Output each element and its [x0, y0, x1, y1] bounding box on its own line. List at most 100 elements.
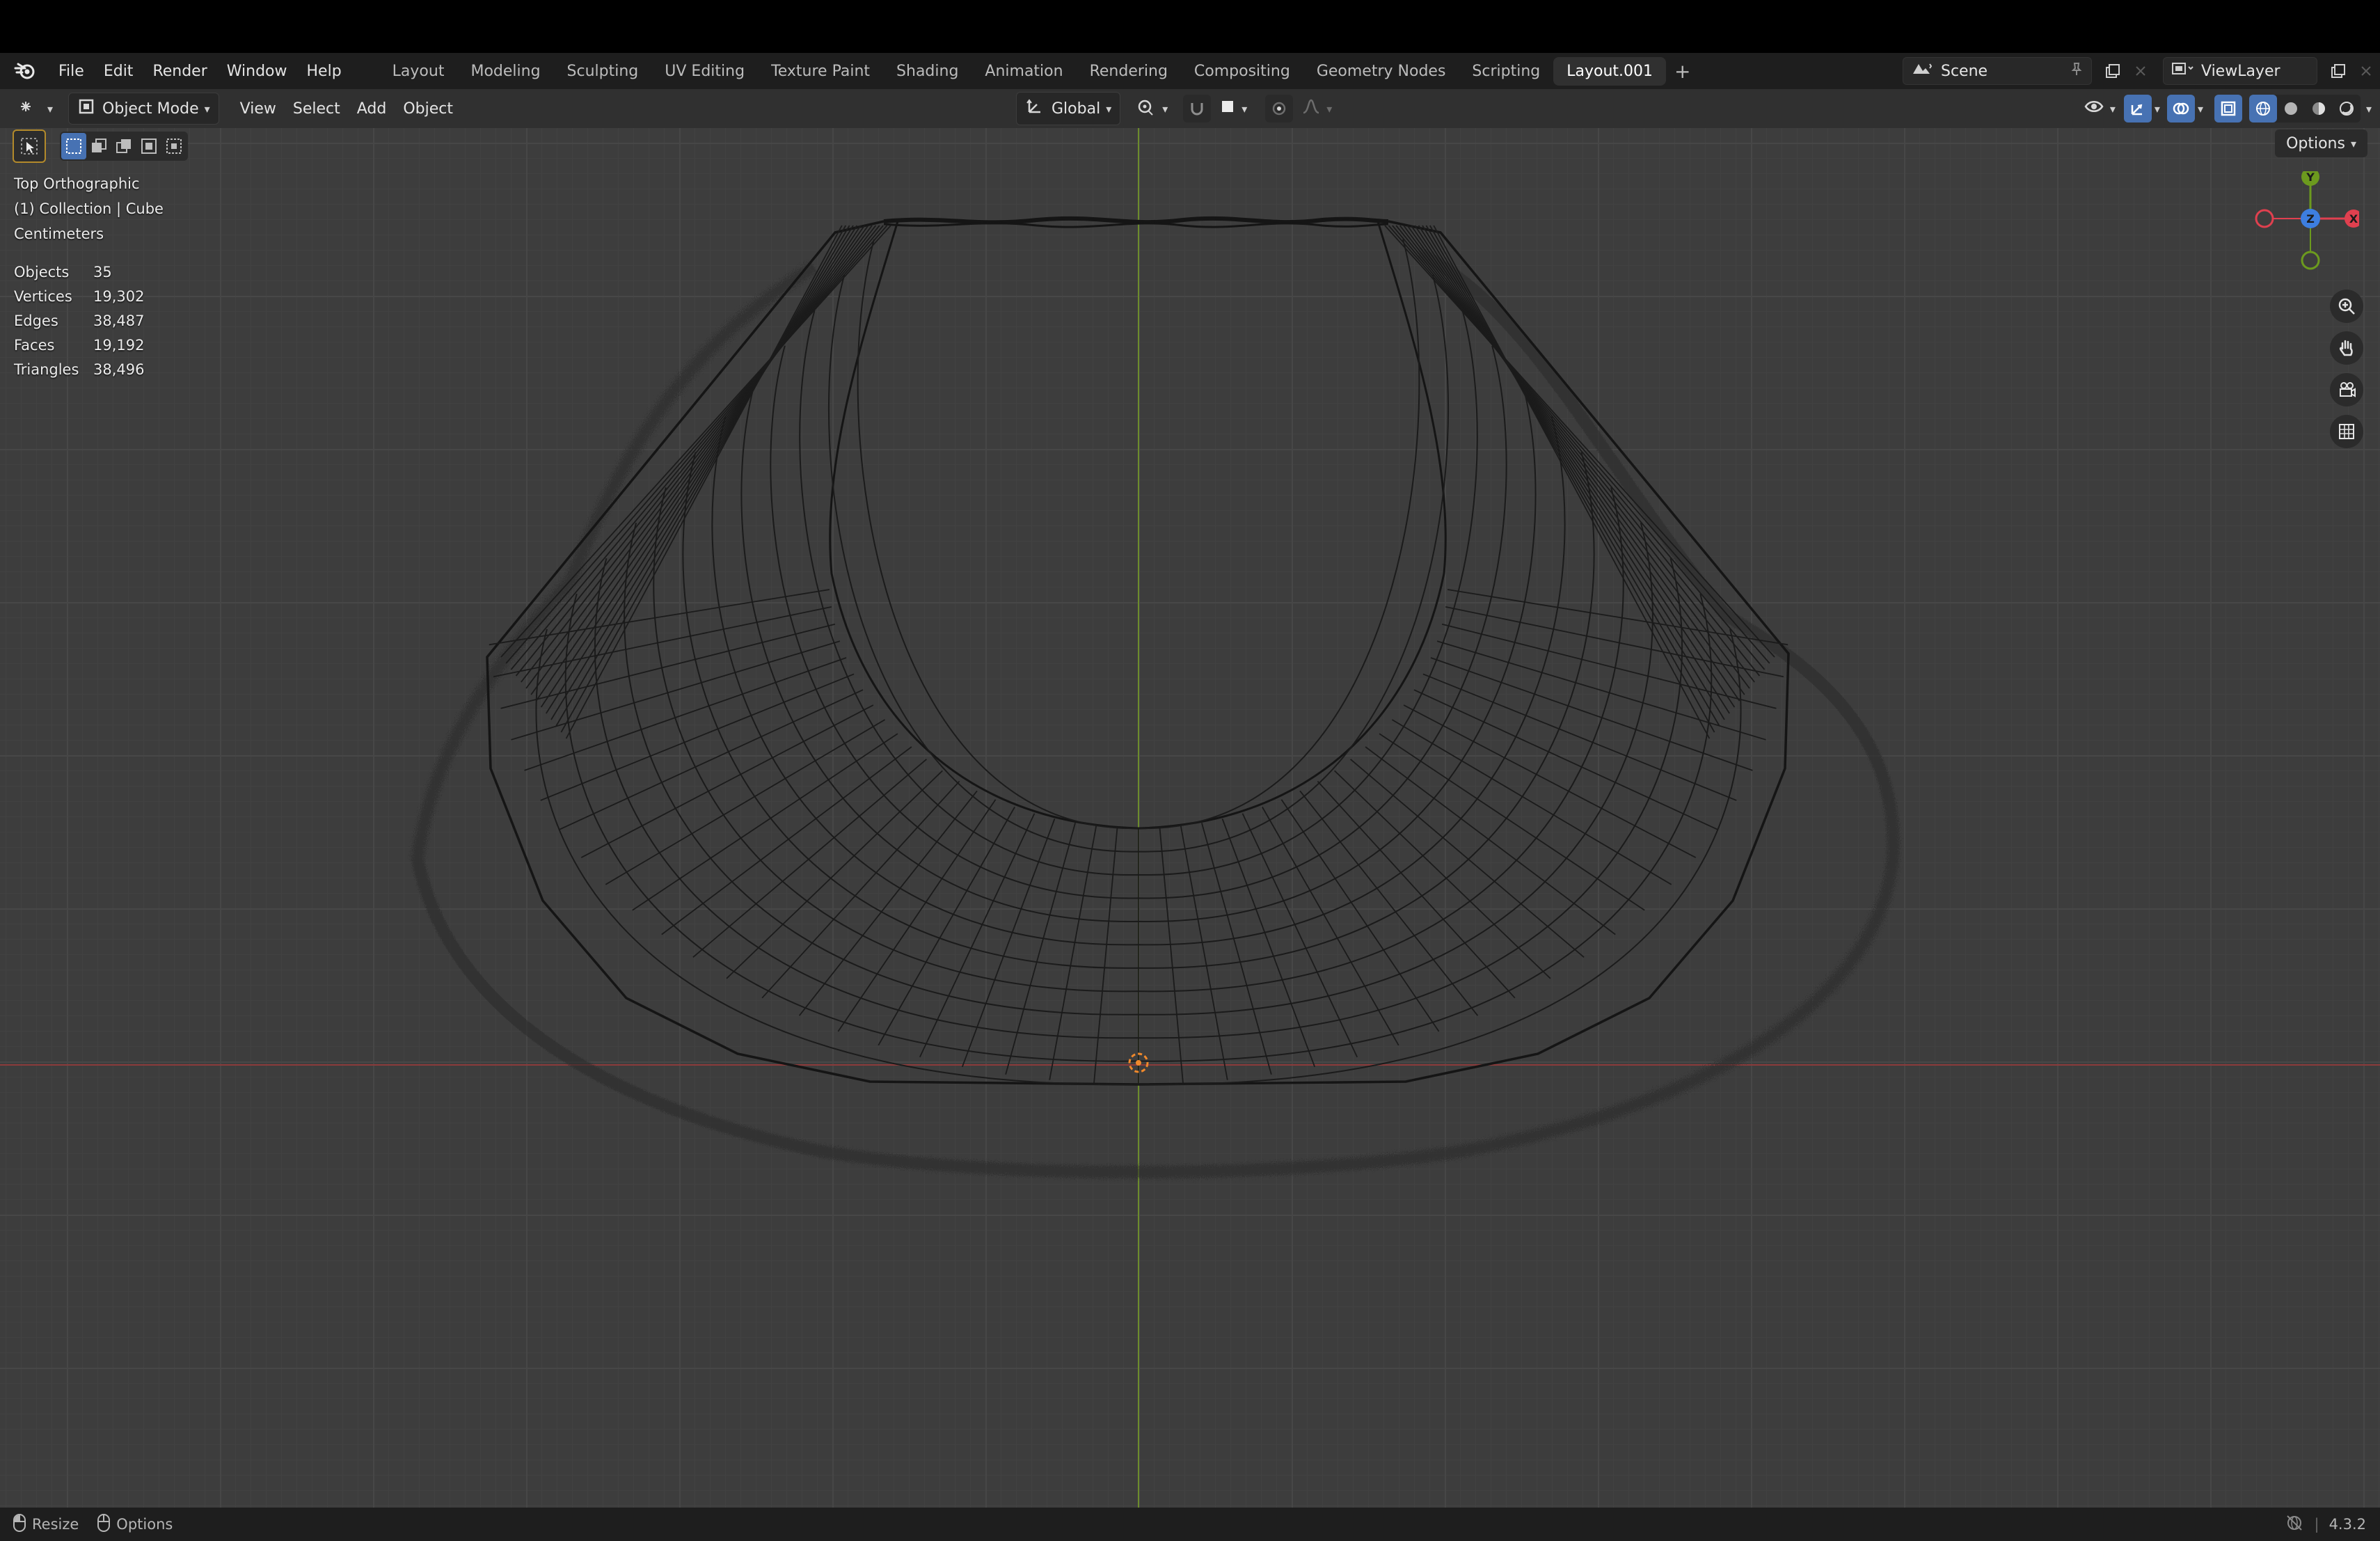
wire-strand: [1418, 225, 1730, 714]
menu-add[interactable]: Add: [349, 96, 395, 122]
wire-spoke: [1049, 825, 1097, 1080]
gizmo-toggle-icon[interactable]: [2123, 95, 2152, 123]
select-subtract-icon[interactable]: [111, 133, 136, 159]
chevron-down-icon: ▾: [47, 102, 54, 116]
zoom-icon[interactable]: [2330, 290, 2363, 323]
tab-shading[interactable]: Shading: [883, 57, 971, 86]
stat-value: 19,192: [93, 337, 145, 354]
tab-sculpting[interactable]: Sculpting: [554, 57, 652, 86]
selection-mode-group: [60, 132, 188, 161]
3d-viewport[interactable]: Options ▾ Top Orthographic (1) Collectio…: [0, 128, 2380, 1508]
pin-icon[interactable]: [2069, 61, 2084, 81]
chevron-down-icon: ▾: [1241, 102, 1248, 116]
snap-toggle-icon[interactable]: [1183, 95, 1212, 123]
editor-type-button[interactable]: ▾: [10, 93, 61, 125]
tab-uv-editing[interactable]: UV Editing: [651, 57, 758, 86]
chevron-down-icon[interactable]: ▾: [2155, 102, 2160, 116]
chevron-down-icon[interactable]: ▾: [2198, 102, 2203, 116]
collection-line: (1) Collection | Cube: [14, 200, 164, 217]
falloff-dropdown[interactable]: ▾: [1293, 93, 1340, 124]
solid-shading-icon[interactable]: [2277, 95, 2305, 123]
stat-label: Triangles: [14, 361, 79, 378]
gizmo-neg-x-handle[interactable]: [2255, 209, 2274, 228]
menu-edit[interactable]: Edit: [94, 58, 143, 84]
wireframe-spokes: [489, 225, 1788, 1084]
wire-strand: [1392, 225, 1766, 670]
tab-animation[interactable]: Animation: [971, 57, 1076, 86]
stat-value: 19,302: [93, 288, 145, 305]
wire-strand: [546, 225, 858, 714]
tab-geometry-nodes[interactable]: Geometry Nodes: [1303, 57, 1459, 86]
blender-logo-icon[interactable]: [11, 57, 39, 85]
menu-window[interactable]: Window: [217, 58, 297, 84]
wire-spoke: [1221, 818, 1316, 1068]
menu-help[interactable]: Help: [297, 58, 351, 84]
wireframe-model[interactable]: [0, 128, 2380, 1508]
top-bar: File Edit Render Window Help Layout Mode…: [0, 53, 2380, 90]
new-view-layer-icon[interactable]: [2324, 57, 2352, 85]
wire-spoke: [961, 818, 1056, 1068]
top-edge-inner: [883, 222, 1389, 228]
scene-name: Scene: [1941, 62, 1988, 80]
pan-hand-icon[interactable]: [2330, 331, 2363, 365]
wire-spoke: [919, 813, 1036, 1058]
network-off-icon: [2285, 1514, 2304, 1535]
wire-strand: [1406, 225, 1745, 695]
header-center-tools: Global ▾ ▾ ▾ ▾: [1016, 89, 1340, 128]
wire-ring: [799, 310, 1478, 876]
scene-icon: [1910, 60, 1934, 82]
wire-spoke: [1299, 790, 1479, 1016]
orthographic-grid-icon[interactable]: [2330, 415, 2363, 448]
overlays-toggle-icon[interactable]: [2166, 95, 2195, 123]
stat-label: Faces: [14, 337, 55, 354]
select-tool-icon[interactable]: [13, 129, 46, 163]
options-dropdown[interactable]: Options ▾: [2275, 129, 2367, 157]
proportional-editing-icon[interactable]: [1265, 95, 1294, 123]
wire-ring: [857, 239, 1420, 830]
menu-select[interactable]: Select: [285, 96, 349, 122]
rendered-shading-icon[interactable]: [2333, 95, 2361, 123]
tab-layout[interactable]: Layout: [379, 57, 458, 86]
menu-file[interactable]: File: [49, 58, 94, 84]
options-label: Options: [2286, 134, 2345, 152]
chevron-down-icon[interactable]: ▾: [2366, 102, 2372, 116]
select-new-icon[interactable]: [61, 133, 86, 159]
tab-texture-paint[interactable]: Texture Paint: [758, 57, 883, 86]
status-divider: |: [2314, 1516, 2319, 1533]
tab-layout-001[interactable]: Layout.001: [1553, 56, 1667, 86]
gizmo-y-label: Y: [2306, 171, 2315, 184]
wireframe-shading-icon[interactable]: [2248, 95, 2277, 123]
mode-dropdown[interactable]: Object Mode ▾: [68, 93, 219, 125]
tab-scripting[interactable]: Scripting: [1459, 57, 1553, 86]
menu-view[interactable]: View: [232, 96, 285, 122]
delete-view-layer-icon[interactable]: [2352, 57, 2380, 85]
stat-row: Faces 19,192: [14, 333, 144, 358]
pivot-point-dropdown[interactable]: ▾: [1127, 93, 1176, 125]
stat-label: Edges: [14, 313, 58, 329]
select-intersect-icon[interactable]: [161, 133, 187, 159]
menu-object[interactable]: Object: [395, 96, 461, 122]
select-invert-icon[interactable]: [136, 133, 161, 159]
xray-toggle-icon[interactable]: [2214, 95, 2242, 123]
gizmo-neg-y-handle[interactable]: [2301, 251, 2320, 270]
wire-strand: [1388, 225, 1770, 664]
status-resize-label: Resize: [32, 1516, 79, 1533]
delete-scene-icon[interactable]: [2127, 57, 2155, 85]
add-workspace-button[interactable]: +: [1666, 56, 1699, 87]
navigation-gizmo[interactable]: Y X Z: [2248, 171, 2359, 283]
view-layer-selector[interactable]: ViewLayer: [2163, 57, 2317, 85]
camera-view-icon[interactable]: [2330, 373, 2363, 406]
select-extend-icon[interactable]: [86, 133, 111, 159]
menu-render[interactable]: Render: [143, 58, 216, 84]
viewport-info-overlay: Top Orthographic (1) Collection | Cube C…: [14, 171, 164, 246]
new-scene-icon[interactable]: [2099, 57, 2127, 85]
visibility-dropdown[interactable]: ▾: [2075, 93, 2124, 124]
tab-rendering[interactable]: Rendering: [1077, 57, 1181, 86]
tab-modeling[interactable]: Modeling: [457, 57, 553, 86]
scene-selector[interactable]: Scene: [1903, 57, 2092, 85]
transform-orientation-dropdown[interactable]: Global ▾: [1016, 92, 1121, 125]
snap-target-dropdown[interactable]: ▾: [1211, 94, 1255, 123]
tab-compositing[interactable]: Compositing: [1181, 57, 1303, 86]
material-shading-icon[interactable]: [2305, 95, 2333, 123]
wire-strand: [1411, 225, 1740, 702]
